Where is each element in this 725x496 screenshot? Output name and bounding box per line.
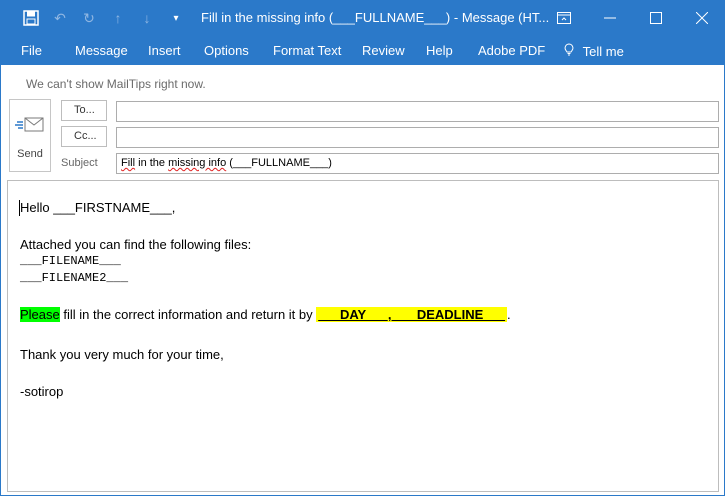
tab-review[interactable]: Review	[362, 43, 405, 58]
cc-field[interactable]	[116, 127, 719, 148]
title-bar: ↶ ↻ ↑ ↓ ▾ Fill in the missing info (___F…	[1, 1, 724, 35]
tab-options[interactable]: Options	[204, 43, 249, 58]
maximize-button[interactable]	[633, 1, 679, 35]
subject-placeholder: (___FULLNAME___)	[229, 157, 332, 169]
undo-icon[interactable]: ↶	[45, 1, 75, 35]
subject-field[interactable]: Fill in the missing info (___FULLNAME___…	[116, 153, 719, 174]
greeting-line: Hello ___FIRSTNAME___,	[20, 200, 176, 215]
tab-file[interactable]: File	[21, 43, 42, 58]
to-button[interactable]: To...	[61, 100, 107, 121]
lightbulb-icon	[564, 43, 576, 59]
subject-text: Fill in the missing info (___FULLNAME___…	[121, 157, 332, 169]
instruction-period: .	[506, 307, 511, 322]
arrow-down-icon[interactable]: ↓	[132, 1, 162, 35]
subject-word-misspelled: missing info	[168, 157, 227, 169]
deadline-highlight: ___DAY___, ___DEADLINE___	[316, 307, 507, 322]
subject-label: Subject	[61, 157, 98, 169]
tab-message[interactable]: Message	[75, 43, 128, 58]
signature-line: -sotirop	[20, 384, 64, 399]
ribbon-display-options-button[interactable]	[541, 1, 587, 35]
close-button[interactable]	[679, 1, 725, 35]
send-icon	[15, 114, 47, 138]
subject-word-misspelled: Fill	[121, 157, 136, 169]
mailtips-notice: We can't show MailTips right now.	[26, 77, 206, 91]
send-button[interactable]: Send	[9, 99, 51, 172]
subject-word: in the	[138, 157, 166, 169]
filename-line: ___FILENAME___	[20, 254, 121, 268]
to-field[interactable]	[116, 101, 719, 122]
tell-me-label: Tell me	[582, 44, 624, 59]
tab-insert[interactable]: Insert	[148, 43, 181, 58]
customize-qat-icon[interactable]: ▾	[161, 1, 191, 35]
arrow-up-icon[interactable]: ↑	[103, 1, 133, 35]
minimize-button[interactable]	[587, 1, 633, 35]
send-label: Send	[17, 148, 43, 160]
please-highlight: Please	[20, 307, 60, 322]
instruction-text: fill in the correct information and retu…	[59, 307, 317, 322]
tell-me-search[interactable]: Tell me	[564, 43, 624, 59]
save-icon[interactable]	[16, 1, 46, 35]
instruction-line: Please fill in the correct information a…	[20, 307, 511, 322]
ribbon-tabs: File Message Insert Options Format Text …	[1, 35, 724, 65]
window-title: Fill in the missing info (___FULLNAME___…	[201, 10, 550, 25]
tab-adobe-pdf[interactable]: Adobe PDF	[478, 43, 545, 58]
cc-button[interactable]: Cc...	[61, 126, 107, 147]
tab-help[interactable]: Help	[426, 43, 453, 58]
message-body[interactable]: Hello ___FIRSTNAME___, Attached you can …	[7, 180, 719, 492]
tab-format-text[interactable]: Format Text	[273, 43, 341, 58]
thanks-line: Thank you very much for your time,	[20, 347, 224, 362]
redo-icon[interactable]: ↻	[74, 1, 104, 35]
attached-line: Attached you can find the following file…	[20, 237, 252, 252]
filename2-line: ___FILENAME2___	[20, 271, 129, 285]
